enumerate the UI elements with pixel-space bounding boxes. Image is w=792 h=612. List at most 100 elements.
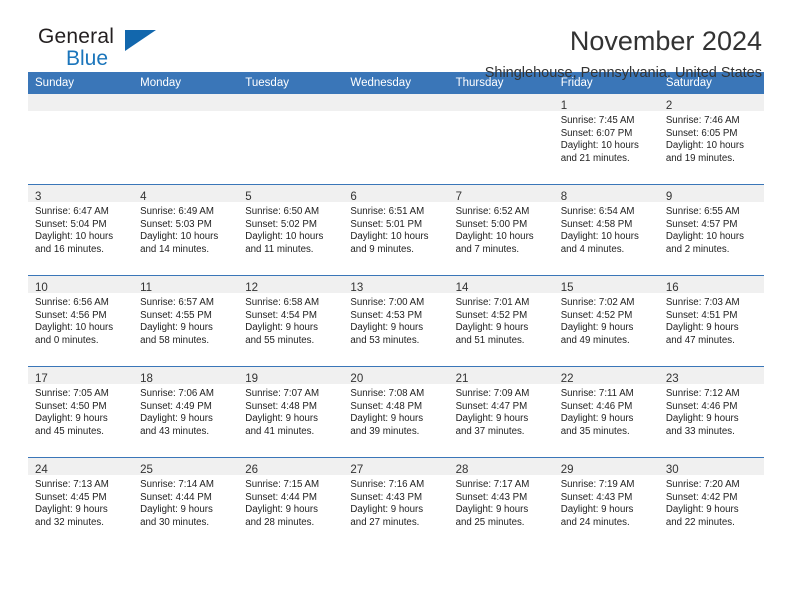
sunrise-text: Sunrise: 6:54 AM xyxy=(560,206,635,217)
day-number-strip: 20 xyxy=(343,367,449,385)
day-details: Sunrise: 7:01 AM Sunset: 4:52 PM Daylight:… xyxy=(449,293,554,347)
daylight-text-line2: and 58 minutes. xyxy=(140,334,210,346)
daylight-text-line1: Daylight: 9 hours xyxy=(35,413,108,425)
day-details: Sunrise: 7:46 AM Sunset: 6:05 PM Daylight:… xyxy=(659,111,764,165)
calendar-cell-day[interactable]: 22 Sunrise: 7:11 AM Sunset: 4:46 PM Dayligh… xyxy=(553,366,659,458)
calendar-cell-day[interactable]: 27 Sunrise: 7:16 AM Sunset: 4:43 PM Dayligh… xyxy=(343,457,449,548)
calendar-cell-day[interactable]: 14 Sunrise: 7:01 AM Sunset: 4:52 PM Dayligh… xyxy=(448,275,554,367)
calendar-cell-day[interactable]: 29 Sunrise: 7:19 AM Sunset: 4:43 PM Dayligh… xyxy=(553,457,659,548)
sunset-text: Sunset: 4:56 PM xyxy=(35,309,107,321)
page-title: November 2024 xyxy=(569,26,762,56)
sunrise-text: Sunrise: 6:57 AM xyxy=(140,297,214,308)
day-number-strip: 9 xyxy=(658,185,764,203)
day-number: 21 xyxy=(455,373,469,385)
day-details: Sunrise: 7:00 AM Sunset: 4:53 PM Daylight:… xyxy=(343,293,448,347)
calendar-cell-day[interactable]: 13 Sunrise: 7:00 AM Sunset: 4:53 PM Dayligh… xyxy=(343,275,449,367)
calendar-cell-day[interactable]: 26 Sunrise: 7:15 AM Sunset: 4:44 PM Dayligh… xyxy=(238,457,344,548)
calendar-grid: Sunday Monday Tuesday Wednesday Thursday… xyxy=(28,72,764,548)
daylight-text-line1: Daylight: 10 hours xyxy=(350,231,429,243)
daylight-text-line2: and 28 minutes. xyxy=(245,516,315,528)
calendar-cell-day[interactable]: 20 Sunrise: 7:08 AM Sunset: 4:48 PM Dayligh… xyxy=(343,366,449,458)
day-number-strip: 22 xyxy=(553,367,659,385)
day-number-strip xyxy=(28,94,134,111)
calendar-body: 1 Sunrise: 7:45 AM Sunset: 6:07 PM Daylight… xyxy=(28,94,764,548)
sunrise-text: Sunrise: 7:17 AM xyxy=(455,479,530,490)
general-blue-logo[interactable]: General Blue xyxy=(28,26,188,78)
page-header: General Blue November 2024 Shinglehouse,… xyxy=(28,0,764,82)
daylight-text-line1: Daylight: 9 hours xyxy=(560,322,634,334)
daylight-text-line1: Daylight: 10 hours xyxy=(455,231,534,243)
daylight-text-line1: Daylight: 9 hours xyxy=(35,504,108,516)
calendar-cell-day[interactable]: 10 Sunrise: 6:56 AM Sunset: 4:56 PM Dayligh… xyxy=(28,275,134,367)
daylight-text-line2: and 19 minutes. xyxy=(665,152,735,164)
daylight-text-line1: Daylight: 10 hours xyxy=(560,140,639,152)
day-number: 27 xyxy=(350,464,364,476)
sunset-text: Sunset: 4:54 PM xyxy=(245,309,317,321)
calendar-cell-day[interactable]: 19 Sunrise: 7:07 AM Sunset: 4:48 PM Dayligh… xyxy=(238,366,344,458)
sunrise-text: Sunrise: 6:51 AM xyxy=(350,206,425,217)
day-number-strip xyxy=(133,94,239,111)
calendar-week-row: 24 Sunrise: 7:13 AM Sunset: 4:45 PM Dayligh… xyxy=(28,457,764,548)
calendar-cell-day[interactable]: 6 Sunrise: 6:51 AM Sunset: 5:01 PM Daylight… xyxy=(343,184,449,276)
calendar-cell-day[interactable]: 24 Sunrise: 7:13 AM Sunset: 4:45 PM Dayligh… xyxy=(28,457,134,548)
calendar-cell-day[interactable]: 25 Sunrise: 7:14 AM Sunset: 4:44 PM Dayligh… xyxy=(133,457,239,548)
daylight-text-line2: and 41 minutes. xyxy=(245,425,315,437)
daylight-text-line2: and 14 minutes. xyxy=(140,243,210,255)
day-number: 25 xyxy=(140,464,153,476)
calendar-cell-day[interactable]: 7 Sunrise: 6:52 AM Sunset: 5:00 PM Daylight… xyxy=(448,184,554,276)
day-details: Sunrise: 7:12 AM Sunset: 4:46 PM Daylight:… xyxy=(659,384,764,438)
daylight-text-line1: Daylight: 9 hours xyxy=(455,504,529,516)
day-number-strip: 27 xyxy=(343,458,449,476)
calendar-cell-day[interactable]: 5 Sunrise: 6:50 AM Sunset: 5:02 PM Daylight… xyxy=(238,184,344,276)
sunset-text: Sunset: 4:46 PM xyxy=(560,400,633,412)
sunset-text: Sunset: 4:55 PM xyxy=(140,309,212,321)
day-number-strip: 15 xyxy=(553,276,659,294)
day-details: Sunrise: 7:13 AM Sunset: 4:45 PM Daylight:… xyxy=(28,475,133,529)
day-number-strip: 21 xyxy=(448,367,554,385)
calendar-cell-day[interactable]: 3 Sunrise: 6:47 AM Sunset: 5:04 PM Daylight… xyxy=(28,184,134,276)
day-number: 9 xyxy=(665,191,673,203)
day-number: 3 xyxy=(35,191,42,203)
calendar-cell-day[interactable]: 2 Sunrise: 7:46 AM Sunset: 6:05 PM Daylight… xyxy=(658,94,764,185)
sunset-text: Sunset: 4:43 PM xyxy=(560,491,633,503)
calendar-cell-day[interactable]: 12 Sunrise: 6:58 AM Sunset: 4:54 PM Dayligh… xyxy=(238,275,344,367)
calendar-cell-day[interactable]: 23 Sunrise: 7:12 AM Sunset: 4:46 PM Dayligh… xyxy=(658,366,764,458)
sunrise-text: Sunrise: 7:01 AM xyxy=(455,297,530,308)
daylight-text-line2: and 39 minutes. xyxy=(350,425,420,437)
daylight-text-line1: Daylight: 10 hours xyxy=(140,231,219,243)
day-number: 28 xyxy=(455,464,469,476)
calendar-cell-day[interactable]: 17 Sunrise: 7:05 AM Sunset: 4:50 PM Dayligh… xyxy=(28,366,134,458)
daylight-text-line1: Daylight: 9 hours xyxy=(140,322,213,334)
day-number: 15 xyxy=(560,282,574,294)
day-number-strip: 29 xyxy=(553,458,659,476)
day-number-strip: 30 xyxy=(658,458,764,476)
calendar-cell-day[interactable]: 18 Sunrise: 7:06 AM Sunset: 4:49 PM Dayligh… xyxy=(133,366,239,458)
calendar-cell-day[interactable]: 4 Sunrise: 6:49 AM Sunset: 5:03 PM Daylight… xyxy=(133,184,239,276)
calendar-cell-day[interactable]: 1 Sunrise: 7:45 AM Sunset: 6:07 PM Daylight… xyxy=(553,94,659,185)
day-number-strip: 24 xyxy=(28,458,134,476)
day-number: 12 xyxy=(245,282,259,294)
daylight-text-line1: Daylight: 10 hours xyxy=(665,231,744,243)
calendar-cell-day[interactable]: 16 Sunrise: 7:03 AM Sunset: 4:51 PM Dayligh… xyxy=(658,275,764,367)
sunset-text: Sunset: 4:42 PM xyxy=(665,491,738,503)
sunset-text: Sunset: 4:43 PM xyxy=(455,491,528,503)
calendar-cell-day[interactable]: 21 Sunrise: 7:09 AM Sunset: 4:47 PM Dayligh… xyxy=(448,366,554,458)
day-details: Sunrise: 6:50 AM Sunset: 5:02 PM Daylight:… xyxy=(238,202,343,256)
daylight-text-line2: and 2 minutes. xyxy=(665,243,730,255)
daylight-text-line2: and 30 minutes. xyxy=(140,516,210,528)
logo-text-general: General xyxy=(38,25,115,48)
sunset-text: Sunset: 5:01 PM xyxy=(350,218,423,230)
calendar-cell-day[interactable]: 28 Sunrise: 7:17 AM Sunset: 4:43 PM Dayligh… xyxy=(448,457,554,548)
daylight-text-line1: Daylight: 9 hours xyxy=(665,413,739,425)
sunrise-text: Sunrise: 7:06 AM xyxy=(140,388,214,399)
sunset-text: Sunset: 4:58 PM xyxy=(560,218,633,230)
day-details: Sunrise: 7:07 AM Sunset: 4:48 PM Daylight:… xyxy=(238,384,343,438)
sunset-text: Sunset: 4:50 PM xyxy=(35,400,107,412)
calendar-cell-day[interactable]: 15 Sunrise: 7:02 AM Sunset: 4:52 PM Dayligh… xyxy=(553,275,659,367)
day-number-strip: 28 xyxy=(448,458,554,476)
calendar-cell-day[interactable]: 30 Sunrise: 7:20 AM Sunset: 4:42 PM Dayligh… xyxy=(658,457,764,548)
calendar-cell-day[interactable]: 9 Sunrise: 6:55 AM Sunset: 4:57 PM Daylight… xyxy=(658,184,764,276)
calendar-cell-day[interactable]: 8 Sunrise: 6:54 AM Sunset: 4:58 PM Daylight… xyxy=(553,184,659,276)
calendar-cell-day[interactable]: 11 Sunrise: 6:57 AM Sunset: 4:55 PM Dayligh… xyxy=(133,275,239,367)
day-number: 23 xyxy=(665,373,679,385)
